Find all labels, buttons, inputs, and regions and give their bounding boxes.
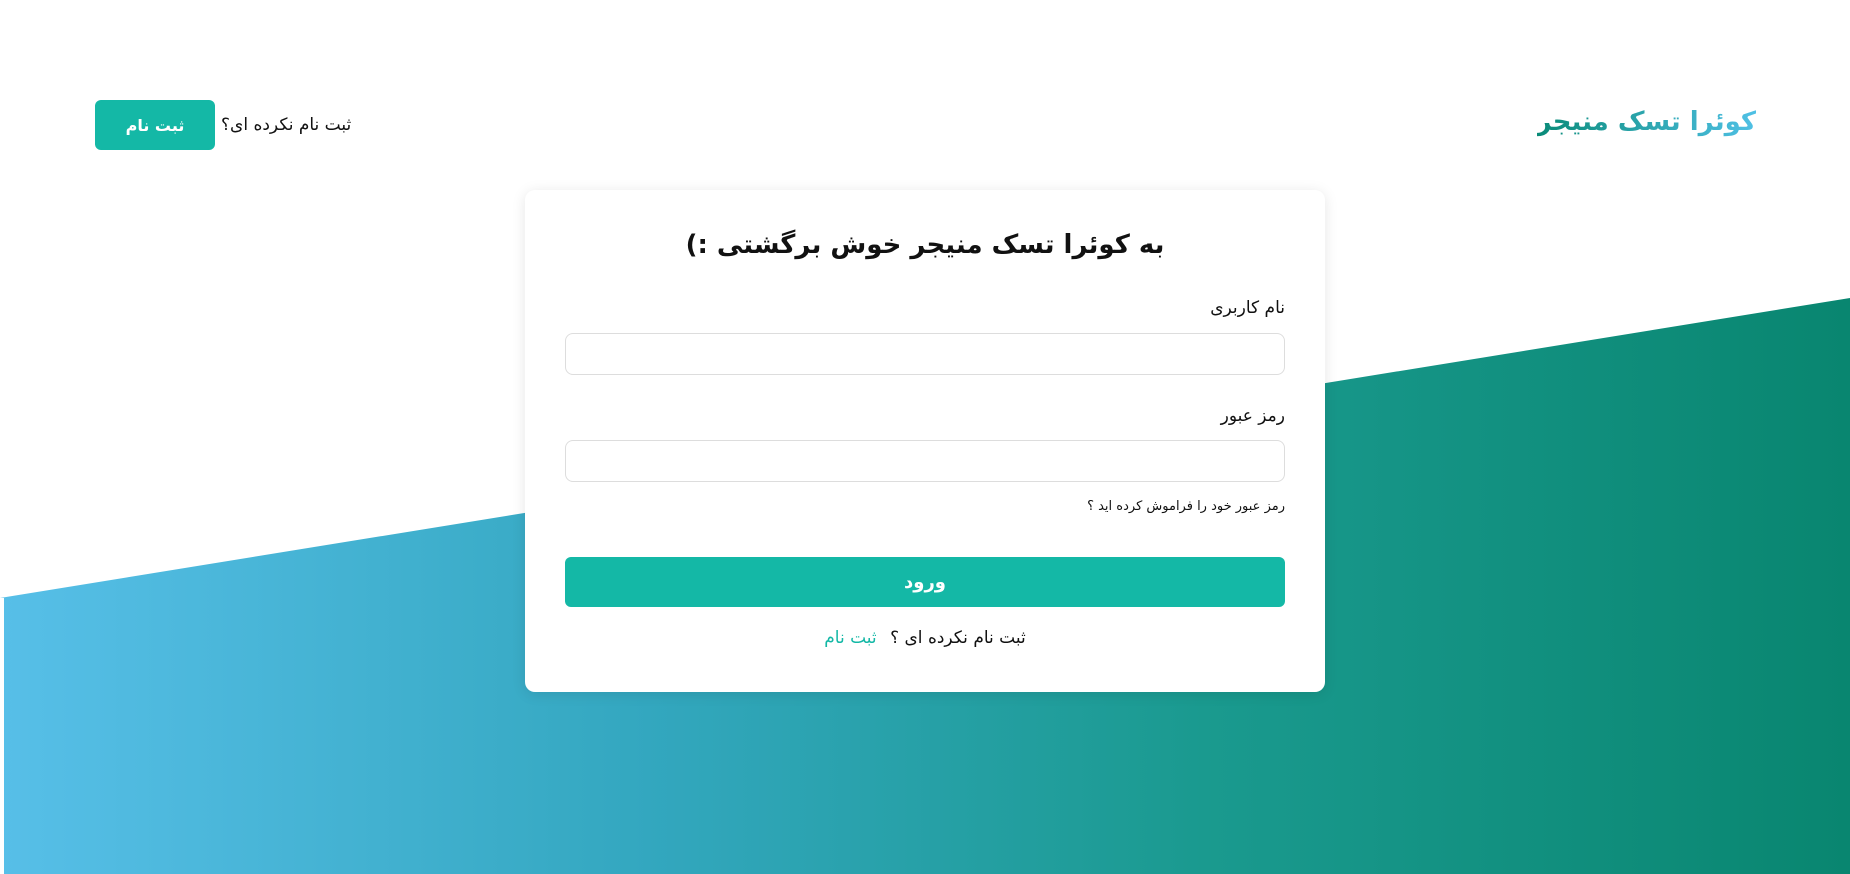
bottom-register-row: ثبت نام نکرده ای ؟ ثبت نام (525, 628, 1325, 648)
page: کوئرا تسک منیجر ثبت نام ثبت نام نکرده ای… (0, 0, 1850, 874)
header-register-button[interactable]: ثبت نام (95, 100, 215, 150)
password-input[interactable] (565, 440, 1285, 482)
password-label: رمز عبور (1220, 406, 1285, 426)
username-label: نام کاربری (1210, 298, 1285, 318)
bottom-register-link[interactable]: ثبت نام (824, 628, 876, 648)
login-title: به کوئرا تسک منیجر خوش برگشتی :) (685, 230, 1165, 260)
login-submit-button[interactable]: ورود (565, 557, 1285, 607)
login-card: به کوئرا تسک منیجر خوش برگشتی :) نام کار… (525, 190, 1325, 692)
header-register-prompt: ثبت نام نکرده ای؟ (221, 115, 352, 135)
top-bar: کوئرا تسک منیجر ثبت نام ثبت نام نکرده ای… (0, 0, 1850, 190)
brand-logo-text[interactable]: کوئرا تسک منیجر (1537, 102, 1756, 142)
bottom-register-prompt: ثبت نام نکرده ای ؟ (890, 628, 1026, 648)
forgot-password-link[interactable]: رمز عبور خود را فراموش کرده اید ؟ (1087, 499, 1285, 514)
header-register-group: ثبت نام ثبت نام نکرده ای؟ (95, 100, 351, 150)
username-input[interactable] (565, 333, 1285, 375)
